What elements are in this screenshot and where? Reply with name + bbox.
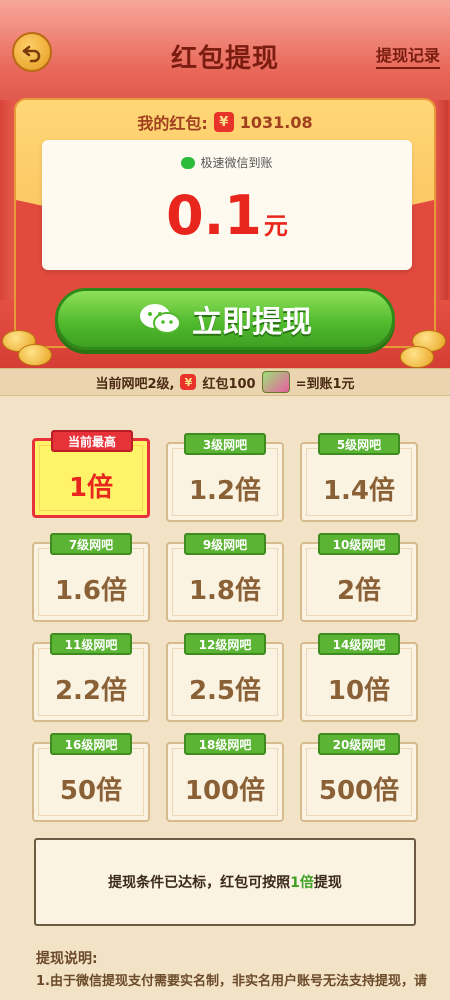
withdraw-record-link[interactable]: 提现记录 bbox=[375, 42, 440, 69]
tile-multiplier: 500倍 bbox=[318, 776, 400, 806]
withdraw-now-button[interactable]: 立即提现 bbox=[55, 288, 395, 350]
multiplier-tile[interactable]: 9级网吧 1.8倍 bbox=[166, 533, 284, 622]
multiplier-tile[interactable]: 12级网吧 2.5倍 bbox=[166, 633, 284, 722]
balance-value: 1031.08 bbox=[239, 112, 313, 132]
tile-multiplier: 100倍 bbox=[184, 776, 266, 806]
tile-badge: 18级网吧 bbox=[184, 733, 266, 755]
level-info-bar: 当前网吧2级, ¥ 红包100 =到账1元 bbox=[0, 368, 450, 396]
current-level-text: 当前网吧2级, bbox=[95, 376, 175, 392]
balance-label: 我的红包: bbox=[137, 114, 208, 133]
tile-badge: 11级网吧 bbox=[50, 633, 132, 655]
multiplier-tile[interactable]: 20级网吧 500倍 bbox=[300, 733, 418, 822]
tile-multiplier: 10倍 bbox=[327, 676, 391, 706]
result-text: =到账1元 bbox=[295, 376, 355, 392]
notes-line-1: 1.由于微信提现支付需要实名制，非实名用户账号无法支持提现，请 bbox=[36, 974, 427, 989]
multiplier-tile[interactable]: 18级网吧 100倍 bbox=[166, 733, 284, 822]
multiplier-tile[interactable]: 11级网吧 2.2倍 bbox=[32, 633, 150, 722]
amount-value: 0.1 bbox=[166, 184, 262, 247]
multiplier-tile[interactable]: 5级网吧 1.4倍 bbox=[300, 433, 418, 522]
tile-multiplier: 2.5倍 bbox=[188, 676, 262, 706]
yuan-icon: ¥ bbox=[213, 112, 234, 132]
tile-badge: 10级网吧 bbox=[318, 533, 400, 555]
status-highlight: 1倍 bbox=[290, 875, 314, 891]
multiplier-tile[interactable]: 14级网吧 10倍 bbox=[300, 633, 418, 722]
multiplier-grid: 当前最高 1倍 3级网吧 1.2倍 5级网吧 1.4倍 7级网吧 1.6倍 9级… bbox=[18, 416, 432, 830]
withdraw-button-label: 立即提现 bbox=[192, 305, 312, 340]
coin-decoration bbox=[400, 346, 434, 368]
balance-row: 我的红包: ¥ 1031.08 bbox=[16, 110, 434, 134]
multiplier-tile[interactable]: 当前最高 1倍 bbox=[32, 430, 150, 518]
amount-unit: 元 bbox=[263, 212, 288, 240]
wechat-tag-label: 极速微信到账 bbox=[200, 156, 273, 170]
yuan-icon: ¥ bbox=[180, 374, 197, 390]
tile-multiplier: 1.4倍 bbox=[322, 476, 396, 506]
tile-badge: 7级网吧 bbox=[50, 533, 132, 555]
tile-multiplier: 2倍 bbox=[336, 576, 382, 606]
tile-badge: 20级网吧 bbox=[318, 733, 400, 755]
redpack-text: 红包100 bbox=[202, 376, 256, 392]
status-prefix: 提现条件已达标，红包可按照 bbox=[108, 875, 291, 891]
tile-multiplier: 1倍 bbox=[68, 473, 114, 503]
amount-card: 极速微信到账 0.1元 bbox=[42, 140, 412, 270]
tile-badge: 当前最高 bbox=[51, 430, 133, 452]
multiplier-tile[interactable]: 7级网吧 1.6倍 bbox=[32, 533, 150, 622]
wechat-fast-tag: 极速微信到账 bbox=[42, 154, 412, 171]
tile-badge: 16级网吧 bbox=[50, 733, 132, 755]
withdraw-amount: 0.1元 bbox=[42, 184, 412, 247]
tile-badge: 12级网吧 bbox=[184, 633, 266, 655]
tile-badge: 9级网吧 bbox=[184, 533, 266, 555]
coin-decoration bbox=[18, 344, 52, 366]
tile-multiplier: 50倍 bbox=[59, 776, 123, 806]
wechat-small-icon bbox=[181, 156, 196, 169]
ticket-icon bbox=[261, 371, 290, 393]
tile-badge: 5级网吧 bbox=[318, 433, 400, 455]
tile-multiplier: 1.6倍 bbox=[54, 576, 128, 606]
status-suffix: 提现 bbox=[313, 875, 342, 891]
multiplier-tile[interactable]: 3级网吧 1.2倍 bbox=[166, 433, 284, 522]
notes-title: 提现说明: bbox=[36, 951, 98, 967]
multiplier-tile[interactable]: 16级网吧 50倍 bbox=[32, 733, 150, 822]
tile-badge: 3级网吧 bbox=[184, 433, 266, 455]
tile-multiplier: 1.8倍 bbox=[188, 576, 262, 606]
tile-multiplier: 1.2倍 bbox=[188, 476, 262, 506]
withdraw-status-box: 提现条件已达标，红包可按照 1倍 提现 bbox=[34, 838, 416, 926]
tile-multiplier: 2.2倍 bbox=[54, 676, 128, 706]
wechat-icon bbox=[140, 304, 181, 334]
tile-badge: 14级网吧 bbox=[318, 633, 400, 655]
multiplier-tile[interactable]: 10级网吧 2倍 bbox=[300, 533, 418, 622]
